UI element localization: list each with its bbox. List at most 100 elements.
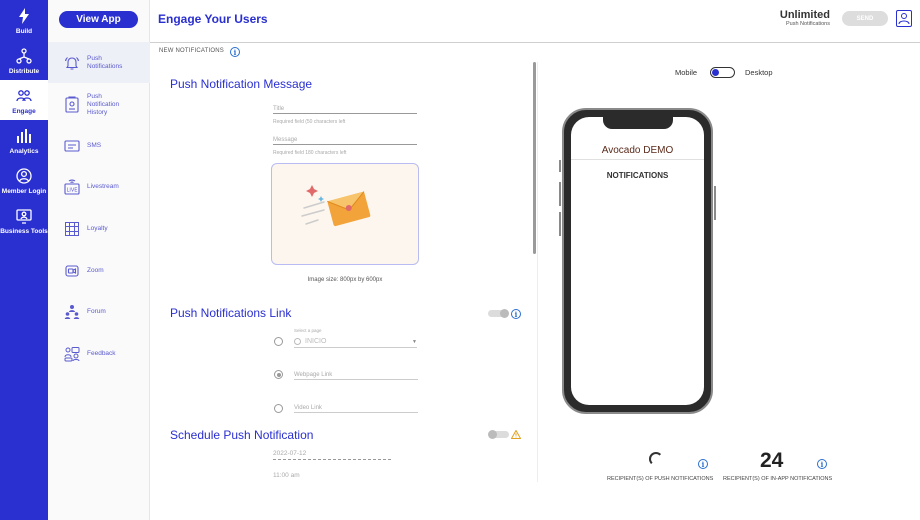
inapp-recipients-label: RECIPIENT(S) OF IN-APP NOTIFICATIONS [723, 476, 833, 482]
plan-subtitle: Push Notifications [785, 21, 830, 27]
rail-label-business-tools: Business Tools [0, 228, 48, 235]
rail-label-member-login: Member Login [1, 188, 47, 195]
new-notifications-label: NEW NOTIFICATIONS [159, 48, 224, 54]
schedule-section-title: Schedule Push Notification [170, 428, 314, 442]
image-size-caption: Image size: 800px by 600px [307, 277, 383, 283]
sms-icon [63, 137, 81, 155]
subnav-label: Feedback [87, 350, 116, 357]
info-icon[interactable]: i [230, 47, 240, 57]
network-icon [16, 48, 32, 64]
rail-item-business-tools[interactable]: Business Tools [0, 200, 48, 240]
info-icon[interactable]: i [511, 309, 521, 319]
lightning-icon [16, 8, 32, 24]
user-icon [898, 13, 910, 25]
link-section-title: Push Notifications Link [170, 306, 292, 320]
subnav-label: Push Notifications [87, 54, 123, 70]
forum-icon [63, 303, 81, 321]
rail-label-analytics: Analytics [9, 148, 39, 155]
webpage-link-input[interactable]: Webpage Link [294, 372, 418, 380]
plan-name: Unlimited [779, 9, 830, 21]
svg-text:LIVE: LIVE [67, 188, 78, 194]
chevron-down-icon: ▼ [412, 338, 417, 345]
bar-chart-icon [16, 128, 32, 144]
page-select-value: INICIO [305, 338, 327, 345]
rail-item-member-login[interactable]: Member Login [0, 160, 48, 200]
message-helper: Required field 180 characters left [273, 150, 347, 156]
message-section-title: Push Notification Message [170, 77, 313, 91]
subnav-item-forum[interactable]: Forum [48, 302, 150, 322]
rail-label-build: Build [15, 28, 33, 35]
video-radio[interactable] [274, 404, 283, 413]
mobile-label: Mobile [675, 68, 698, 77]
subnav-item-loyalty[interactable]: Loyalty [48, 219, 150, 239]
panel-divider [537, 62, 538, 482]
rail-item-build[interactable]: Build [0, 0, 48, 40]
phone-preview: Avocado DEMO NOTIFICATIONS [562, 108, 713, 414]
push-recipients-label: RECIPIENT(S) OF PUSH NOTIFICATIONS [607, 476, 714, 482]
warning-icon [511, 430, 521, 439]
phone-side-button [714, 186, 716, 220]
preview-screen-title: NOTIFICATIONS [606, 171, 669, 180]
info-icon[interactable]: i [817, 459, 827, 469]
bell-icon [63, 54, 81, 72]
form-scrollbar[interactable] [533, 62, 536, 254]
zoom-icon [63, 262, 81, 280]
select-page-label: Select a page [294, 328, 322, 333]
engage-subnav: View App Push Notifications Push Notific… [48, 0, 150, 520]
image-upload[interactable] [271, 163, 419, 265]
schedule-date-input[interactable]: 2022-07-12 [273, 450, 391, 460]
history-icon [63, 96, 81, 114]
phone-screen: Avocado DEMO NOTIFICATIONS [571, 117, 704, 405]
rail-label-distribute: Distribute [8, 68, 40, 75]
app-root: Build Distribute Engage Analytics Member… [0, 0, 920, 520]
schedule-toggle[interactable] [488, 430, 509, 439]
subnav-label: Loyalty [87, 225, 108, 232]
preview-app-name: Avocado DEMO [601, 145, 674, 156]
subnav-item-sms[interactable]: SMS [48, 136, 150, 156]
link-toggle[interactable] [488, 309, 509, 318]
subnav-item-zoom[interactable]: Zoom [48, 261, 150, 281]
view-app-button[interactable]: View App [59, 11, 138, 28]
device-toggle[interactable] [710, 67, 735, 78]
preview-divider [571, 159, 704, 160]
loading-spinner [649, 452, 663, 466]
webpage-radio[interactable] [274, 370, 283, 379]
rail-item-analytics[interactable]: Analytics [0, 120, 48, 160]
inapp-recipients-count: 24 [760, 449, 784, 472]
subnav-item-livestream[interactable]: LIVE Livestream [48, 177, 150, 197]
radio-icon [294, 338, 301, 345]
subnav-item-feedback[interactable]: Feedback [48, 344, 150, 364]
send-button[interactable]: SEND [842, 11, 888, 26]
user-circle-icon [16, 168, 32, 184]
people-icon [16, 88, 32, 104]
loyalty-icon [63, 220, 81, 238]
title-helper: Required field (50 characters left [273, 119, 346, 125]
video-link-input[interactable]: Video Link [294, 405, 418, 413]
feedback-icon [63, 345, 81, 363]
rail-item-distribute[interactable]: Distribute [0, 40, 48, 80]
message-input[interactable]: Message [273, 137, 417, 145]
subnav-label: Push Notification History [87, 93, 120, 116]
page-select[interactable]: INICIO ▼ [294, 336, 417, 348]
account-button[interactable] [896, 10, 912, 27]
subnav-label: Forum [87, 308, 106, 315]
monitor-user-icon [16, 208, 32, 224]
main-rail: Build Distribute Engage Analytics Member… [0, 0, 48, 520]
subnav-item-push-history[interactable]: Push Notification History [48, 85, 150, 125]
schedule-time-input[interactable]: 11:00 am [273, 472, 300, 479]
phone-side-button [559, 212, 561, 236]
page-radio[interactable] [274, 337, 283, 346]
subnav-item-push-notifications[interactable]: Push Notifications [48, 42, 150, 83]
phone-side-button [559, 160, 561, 172]
envelope-illustration [301, 185, 371, 227]
phone-side-button [559, 182, 561, 206]
plan-info: Unlimited Push Notifications [760, 9, 830, 27]
subnav-label: SMS [87, 142, 102, 149]
info-icon[interactable]: i [698, 459, 708, 469]
page-title: Engage Your Users [158, 12, 268, 26]
subnav-label: Zoom [87, 267, 104, 274]
rail-label-engage: Engage [12, 108, 36, 115]
title-input[interactable]: Title [273, 106, 417, 114]
live-icon: LIVE [63, 178, 81, 196]
rail-item-engage[interactable]: Engage [0, 80, 48, 120]
